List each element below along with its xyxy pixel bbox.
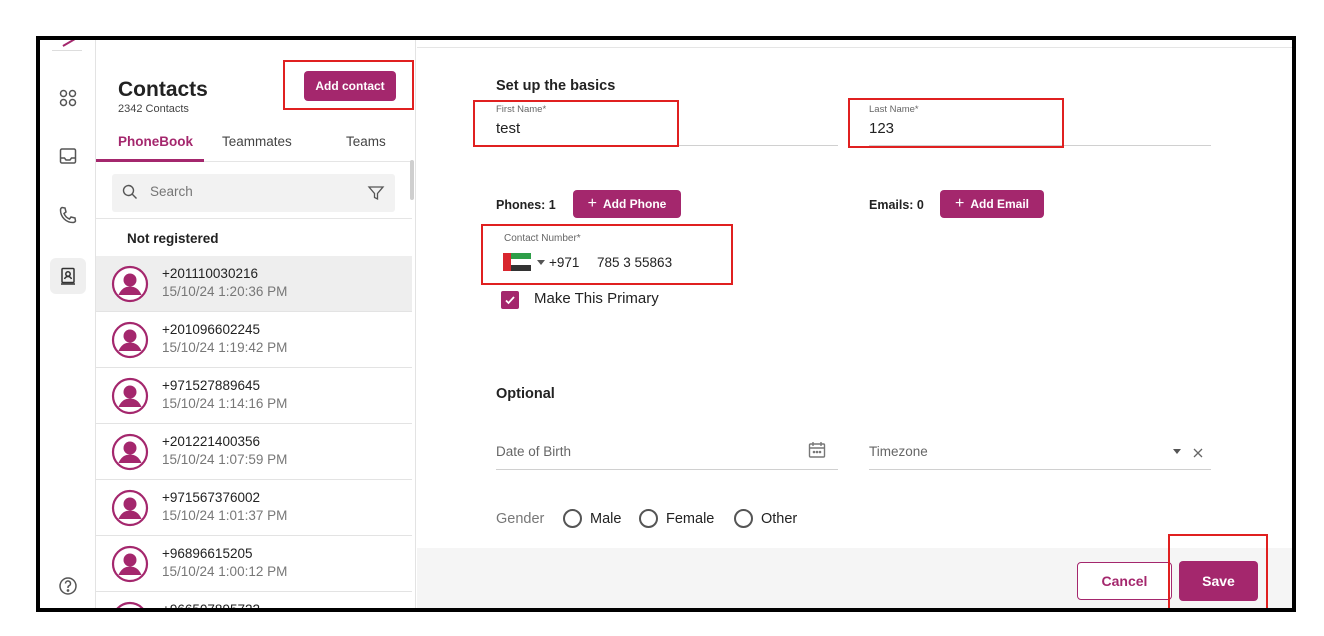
first-name-value: test [496, 120, 521, 137]
contact-phone: +96896615205 [162, 546, 253, 561]
add-phone-label: Add Phone [603, 197, 667, 211]
contact-list-item[interactable]: +966507895722 [96, 592, 412, 608]
last-name-label: Last Name* [869, 104, 919, 115]
search-input[interactable] [150, 184, 330, 199]
first-name-label: First Name* [496, 104, 547, 115]
contact-list-item[interactable]: +201110030216 15/10/24 1:20:36 PM [96, 256, 412, 312]
avatar-icon [111, 321, 149, 359]
list-divider [96, 218, 412, 219]
optional-section-title: Optional [496, 386, 555, 402]
contact-list: +201110030216 15/10/24 1:20:36 PM +2010966… [96, 256, 412, 608]
dial-code: +971 [549, 255, 580, 270]
clear-icon[interactable] [1192, 447, 1204, 459]
search-box [112, 174, 395, 212]
make-primary-checkbox[interactable] [501, 291, 519, 309]
country-dropdown-caret-icon[interactable] [537, 260, 545, 265]
tab-phonebook[interactable]: PhoneBook [118, 134, 193, 149]
contact-phone: +201110030216 [162, 266, 258, 281]
dropdown-arrow-icon[interactable] [1173, 449, 1181, 454]
avatar-icon [111, 545, 149, 583]
basics-section-title: Set up the basics [496, 78, 616, 94]
emails-count-label: Emails: 0 [869, 198, 924, 212]
app-window: Contacts 2342 Contacts Add contact Phone… [36, 36, 1296, 612]
make-primary-label: Make This Primary [534, 290, 659, 307]
contact-time: 15/10/24 1:20:36 PM [162, 284, 288, 299]
contact-form: Set up the basics First Name* test Last … [417, 40, 1292, 608]
contact-phone: +971567376002 [162, 490, 260, 505]
phones-count-label: Phones: 1 [496, 198, 556, 212]
active-tab-indicator [96, 159, 204, 162]
tab-teammates[interactable]: Teammates [222, 134, 292, 149]
help-icon[interactable] [50, 568, 86, 604]
gender-male-radio[interactable] [563, 509, 582, 528]
avatar-icon [116, 601, 144, 608]
contact-list-item[interactable]: +201221400356 15/10/24 1:07:59 PM [96, 424, 412, 480]
uae-flag-icon[interactable] [503, 253, 531, 271]
contact-time: 15/10/24 1:19:42 PM [162, 340, 288, 355]
contact-number-input[interactable]: 785 3 55863 [597, 255, 672, 270]
search-icon [122, 184, 137, 199]
add-phone-button[interactable]: + Add Phone [573, 190, 681, 218]
avatar-icon [111, 433, 149, 471]
gender-male-label: Male [590, 511, 622, 527]
contact-time: 15/10/24 1:14:16 PM [162, 396, 288, 411]
first-name-field[interactable]: First Name* test [496, 104, 838, 146]
add-contact-button[interactable]: Add contact [304, 71, 396, 101]
contact-phone: +966507895722 [162, 602, 260, 608]
avatar-icon [111, 377, 149, 415]
avatar-icon [111, 489, 149, 527]
contact-time: 15/10/24 1:07:59 PM [162, 452, 288, 467]
cancel-button[interactable]: Cancel [1077, 562, 1172, 600]
gender-female-label: Female [666, 511, 715, 527]
contacts-book-icon[interactable] [50, 258, 86, 294]
add-email-button[interactable]: + Add Email [940, 190, 1044, 218]
icon-rail [40, 40, 96, 608]
checkmark-icon [505, 296, 515, 305]
gender-label: Gender [496, 511, 545, 527]
contact-phone: +201221400356 [162, 434, 260, 449]
date-of-birth-placeholder: Date of Birth [496, 444, 572, 459]
contact-time: 15/10/24 1:01:37 PM [162, 508, 288, 523]
timezone-placeholder: Timezone [869, 444, 928, 459]
contact-phone: +971527889645 [162, 378, 260, 393]
last-name-field[interactable]: Last Name* 123 [869, 104, 1211, 146]
scrollbar[interactable] [410, 160, 414, 200]
add-email-label: Add Email [970, 197, 1030, 211]
gender-other-label: Other [761, 511, 798, 527]
contacts-tabs: PhoneBook Teammates Teams [96, 122, 412, 162]
phone-icon[interactable] [50, 197, 86, 233]
contacts-panel: Contacts 2342 Contacts Add contact Phone… [96, 40, 416, 608]
save-button[interactable]: Save [1179, 561, 1258, 601]
contact-list-item[interactable]: +971527889645 15/10/24 1:14:16 PM [96, 368, 412, 424]
logo-mark [58, 40, 76, 47]
plus-icon: + [587, 195, 597, 212]
gender-other-radio[interactable] [734, 509, 753, 528]
contact-phone: +201096602245 [162, 322, 260, 337]
contacts-count: 2342 Contacts [118, 103, 189, 115]
avatar-icon [111, 265, 149, 303]
gender-female-radio[interactable] [639, 509, 658, 528]
contact-number-label: Contact Number* [504, 233, 581, 244]
section-not-registered: Not registered [127, 231, 219, 246]
timezone-field[interactable]: Timezone [869, 435, 1211, 470]
plus-icon: + [954, 195, 965, 212]
filter-icon[interactable] [367, 184, 385, 202]
last-name-value: 123 [869, 120, 895, 137]
contact-list-item[interactable]: +971567376002 15/10/24 1:01:37 PM [96, 480, 412, 536]
apps-grid-icon[interactable] [50, 80, 86, 116]
contact-time: 15/10/24 1:00:12 PM [162, 564, 288, 579]
contacts-title: Contacts [118, 78, 208, 101]
rail-divider [52, 50, 82, 51]
calendar-icon[interactable] [807, 440, 827, 460]
inbox-icon[interactable] [50, 138, 86, 174]
tab-teams[interactable]: Teams [346, 134, 386, 149]
contact-list-item[interactable]: +96896615205 15/10/24 1:00:12 PM [96, 536, 412, 592]
date-of-birth-field[interactable]: Date of Birth [496, 435, 838, 470]
form-top-divider [417, 47, 1292, 48]
contact-list-item[interactable]: +201096602245 15/10/24 1:19:42 PM [96, 312, 412, 368]
